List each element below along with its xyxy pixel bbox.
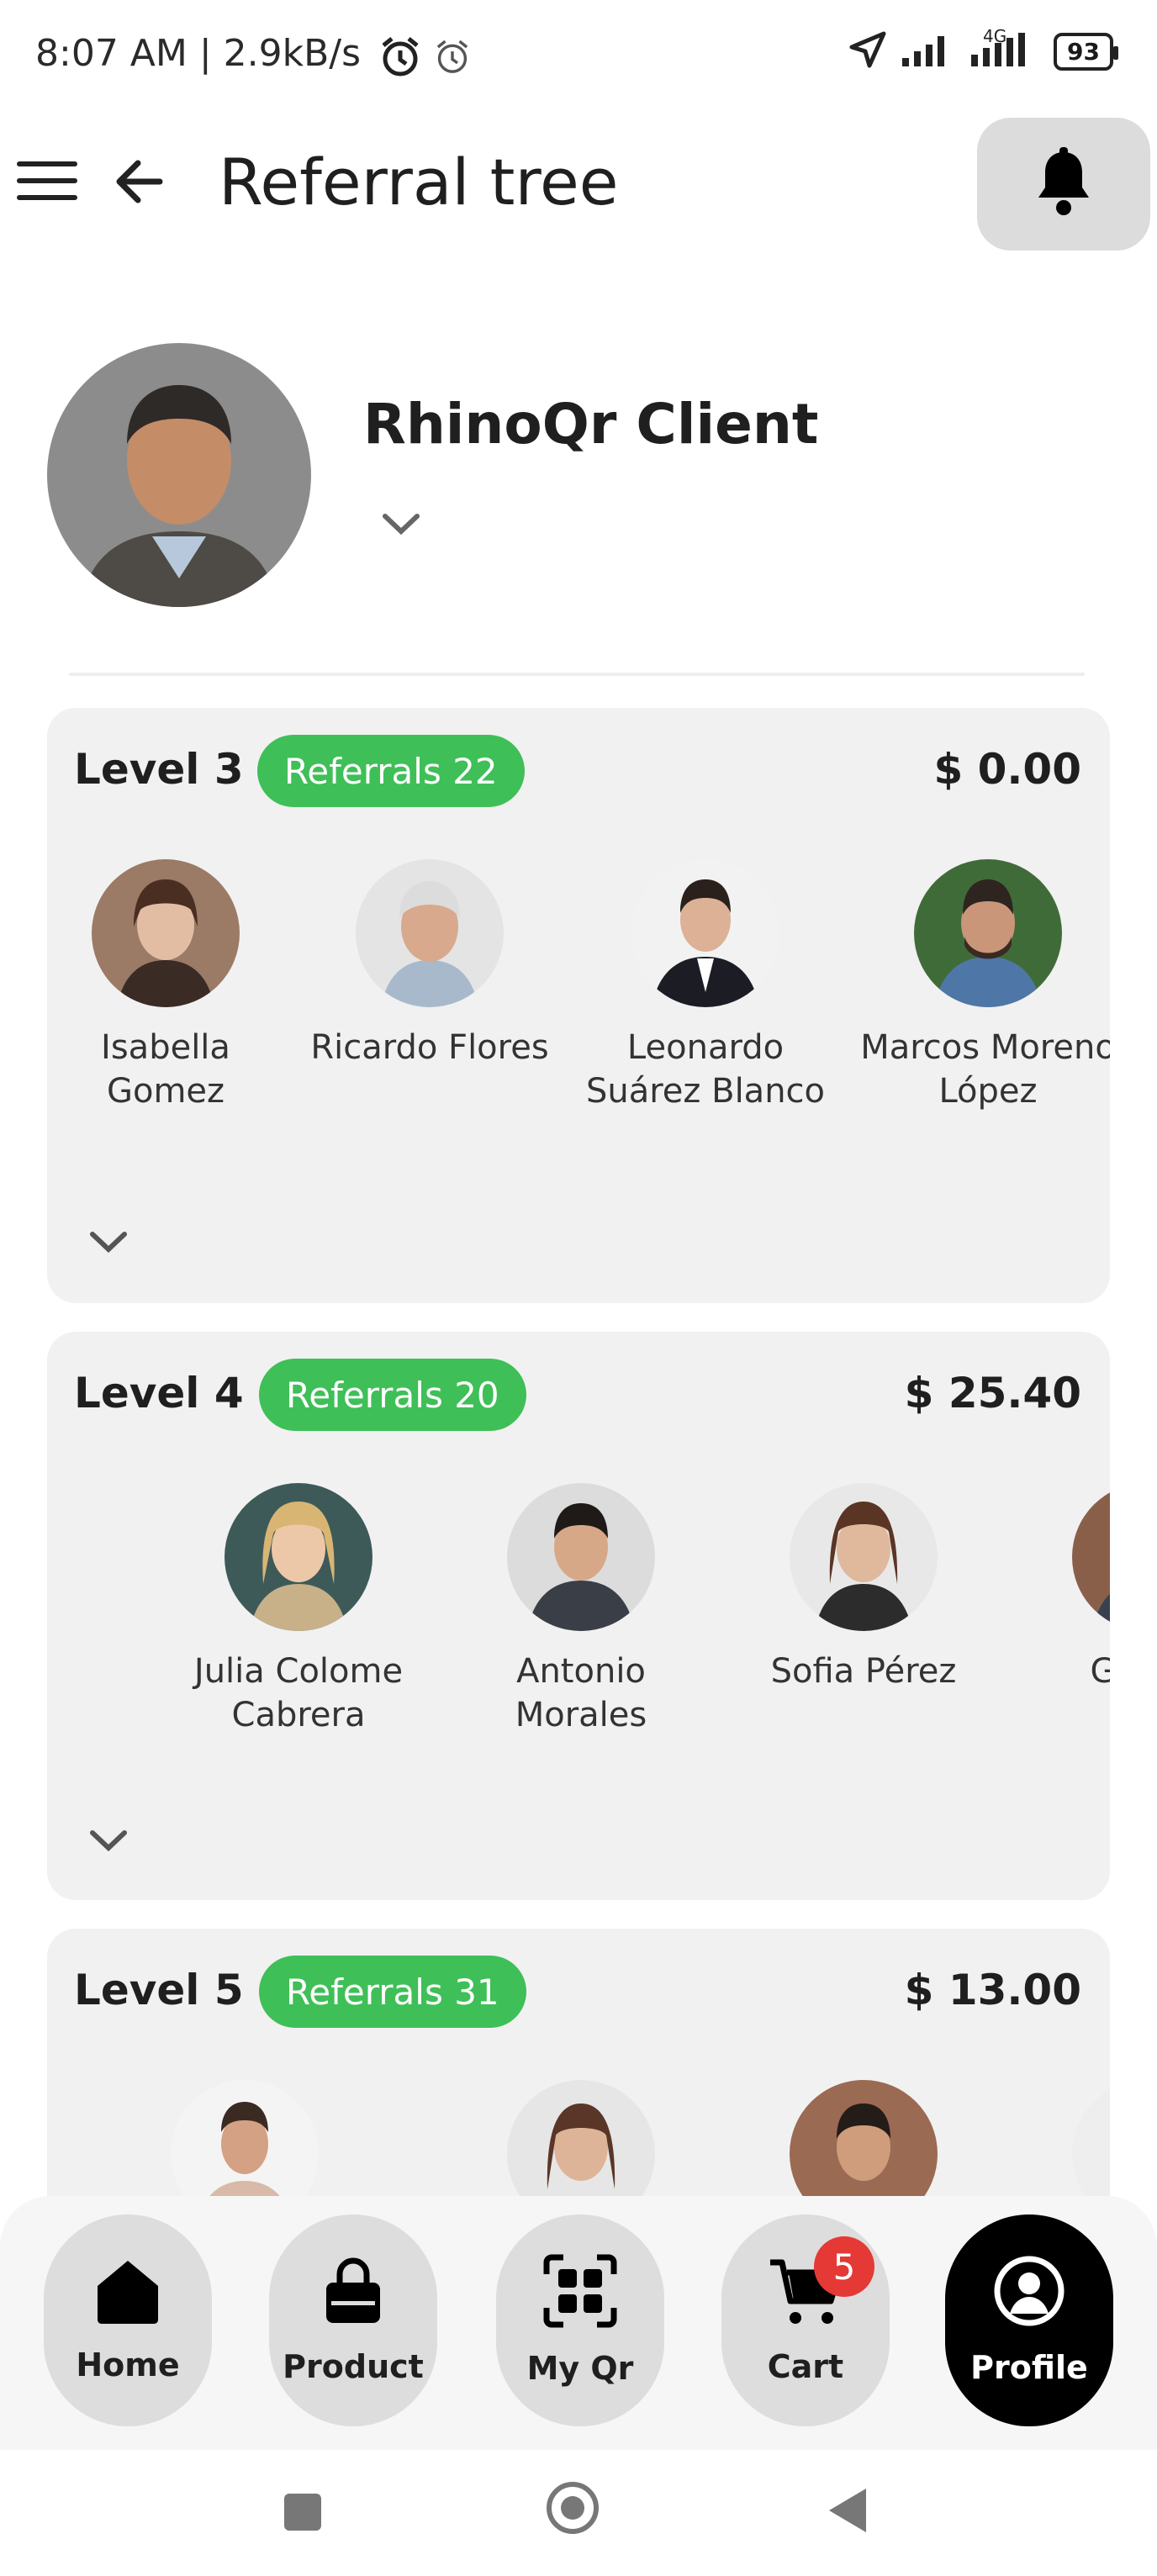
status-icons: 4G 93 — [848, 26, 1118, 72]
nav-profile[interactable]: Profile — [945, 2214, 1113, 2426]
level-amount: $ 13.00 — [904, 1966, 1081, 2014]
referrals-badge[interactable]: Referrals 22 — [257, 735, 525, 807]
referral-person[interactable]: Julia Colome Cabrera — [168, 1483, 429, 1737]
referral-person[interactable]: Gabrie Ruiz — [1016, 1483, 1110, 1737]
cart-count-badge: 5 — [814, 2236, 874, 2297]
battery-icon: 93 — [1054, 32, 1118, 71]
avatar — [914, 859, 1062, 1007]
bag-icon — [321, 2256, 385, 2330]
signal-4g-icon: 4G — [971, 26, 1038, 70]
avatar — [790, 1483, 938, 1631]
referral-person[interactable]: Sofia Pérez — [733, 1483, 994, 1693]
chevron-down-icon[interactable] — [87, 1826, 129, 1856]
divider — [69, 673, 1085, 676]
bell-icon — [1033, 147, 1094, 221]
avatar — [631, 859, 779, 1007]
home-icon — [92, 2257, 163, 2328]
client-avatar[interactable] — [47, 343, 311, 607]
profile-icon — [993, 2255, 1065, 2331]
nav-label: Cart — [767, 2348, 844, 2385]
nav-my-qr[interactable]: My Qr — [496, 2214, 664, 2426]
signal-icon — [902, 33, 956, 70]
home-system-button[interactable] — [547, 2482, 599, 2534]
chevron-down-icon[interactable] — [87, 1227, 129, 1258]
person-name: Marcos Moreno López — [860, 1028, 1110, 1111]
chevron-down-icon[interactable] — [380, 508, 422, 541]
person-name: Sofia Pérez — [770, 1652, 957, 1691]
level-amount: $ 25.40 — [904, 1369, 1081, 1417]
menu-icon[interactable] — [17, 161, 77, 202]
nav-label: Profile — [970, 2349, 1088, 2386]
page-title: Referral tree — [219, 145, 619, 219]
referrals-badge[interactable]: Referrals 20 — [259, 1359, 526, 1431]
qr-icon — [543, 2254, 617, 2331]
nav-label: Product — [283, 2348, 424, 2385]
referral-person[interactable]: Antonio Morales — [451, 1483, 711, 1737]
level-card: Level 3 Referrals 22 $ 0.00 Isabella Gom… — [47, 708, 1110, 1303]
avatar — [507, 1483, 655, 1631]
nav-label: My Qr — [526, 2350, 634, 2387]
network-type: 4G — [983, 26, 1007, 46]
nav-product[interactable]: Product — [269, 2214, 437, 2426]
person-name: Antonio Morales — [515, 1652, 647, 1734]
client-name: RhinoQr Client — [363, 392, 819, 457]
recents-button[interactable] — [284, 2494, 321, 2531]
avatar — [1072, 1483, 1110, 1631]
person-name: Leonardo Suárez Blanco — [585, 1028, 826, 1111]
person-name: Gabrie Ruiz — [1090, 1652, 1110, 1691]
person-name: Julia Colome Cabrera — [193, 1652, 404, 1734]
level-label: Level 5 — [74, 1966, 244, 2014]
alarm-icon — [377, 34, 424, 84]
referral-person[interactable]: Ricardo Flores — [299, 859, 560, 1069]
person-name: Isabella Gomez — [101, 1028, 230, 1111]
notifications-button[interactable] — [977, 118, 1150, 251]
status-time: 8:07 AM | 2.9kB/s — [35, 32, 362, 75]
level-label: Level 3 — [74, 745, 244, 794]
location-arrow-icon — [848, 30, 887, 72]
person-name: Ricardo Flores — [310, 1028, 549, 1067]
referrals-badge[interactable]: Referrals 31 — [259, 1956, 526, 2028]
nav-home[interactable]: Home — [44, 2214, 212, 2426]
level-label: Level 4 — [74, 1369, 244, 1417]
nav-label: Home — [76, 2346, 180, 2383]
referral-person[interactable]: Marcos Moreno López — [858, 859, 1110, 1113]
back-arrow-icon[interactable] — [109, 151, 170, 212]
referral-person[interactable]: Leonardo Suárez Blanco — [575, 859, 836, 1113]
avatar — [225, 1483, 372, 1631]
alarm-outline-icon — [432, 37, 473, 81]
avatar — [356, 859, 504, 1007]
level-card: Level 4 Referrals 20 $ 25.40 Julia Colom… — [47, 1332, 1110, 1900]
back-system-button[interactable] — [829, 2489, 866, 2532]
level-amount: $ 0.00 — [933, 745, 1081, 794]
avatar — [92, 859, 240, 1007]
referral-person[interactable]: Isabella Gomez — [47, 859, 296, 1113]
